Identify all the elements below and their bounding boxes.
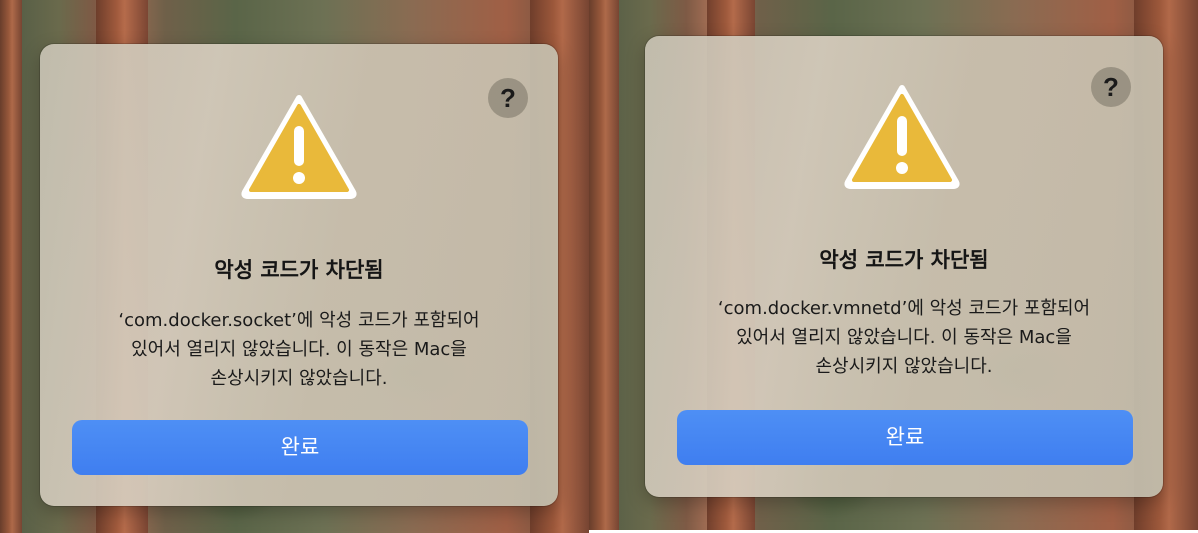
help-button[interactable]: ? xyxy=(488,78,528,118)
done-button[interactable]: 완료 xyxy=(72,420,528,475)
dialog-title: 악성 코드가 차단됨 xyxy=(214,258,384,282)
message-line: 있어서 열리지 않았습니다. 이 동작은 Mac을 xyxy=(131,339,467,360)
tree-trunk xyxy=(589,0,619,530)
message-line: 있어서 열리지 않았습니다. 이 동작은 Mac을 xyxy=(736,327,1072,348)
done-button[interactable]: 완료 xyxy=(677,410,1133,465)
warning-triangle-icon xyxy=(844,85,960,189)
warning-triangle-icon xyxy=(241,95,357,199)
help-button[interactable]: ? xyxy=(1091,67,1131,107)
message-line: ‘com.docker.socket’에 악성 코드가 포함되어 xyxy=(118,310,480,331)
dialog-title: 악성 코드가 차단됨 xyxy=(819,248,989,272)
screenshot-left: ? 악성 코드가 차단됨 ‘com.docker.socket’에 악성 코드가… xyxy=(0,0,589,533)
malware-blocked-dialog: ? 악성 코드가 차단됨 ‘com.docker.vmnetd’에 악성 코드가… xyxy=(645,36,1163,497)
dialog-message: ‘com.docker.socket’에 악성 코드가 포함되어 있어서 열리지… xyxy=(80,306,518,393)
screenshot-right: ? 악성 코드가 차단됨 ‘com.docker.vmnetd’에 악성 코드가… xyxy=(589,0,1198,530)
dialog-message: ‘com.docker.vmnetd’에 악성 코드가 포함되어 있어서 열리지… xyxy=(675,294,1133,381)
message-line: 손상시키지 않았습니다. xyxy=(815,356,993,377)
message-line: ‘com.docker.vmnetd’에 악성 코드가 포함되어 xyxy=(717,298,1091,319)
tree-trunk xyxy=(0,0,22,533)
malware-blocked-dialog: ? 악성 코드가 차단됨 ‘com.docker.socket’에 악성 코드가… xyxy=(40,44,558,506)
message-line: 손상시키지 않았습니다. xyxy=(210,368,388,389)
